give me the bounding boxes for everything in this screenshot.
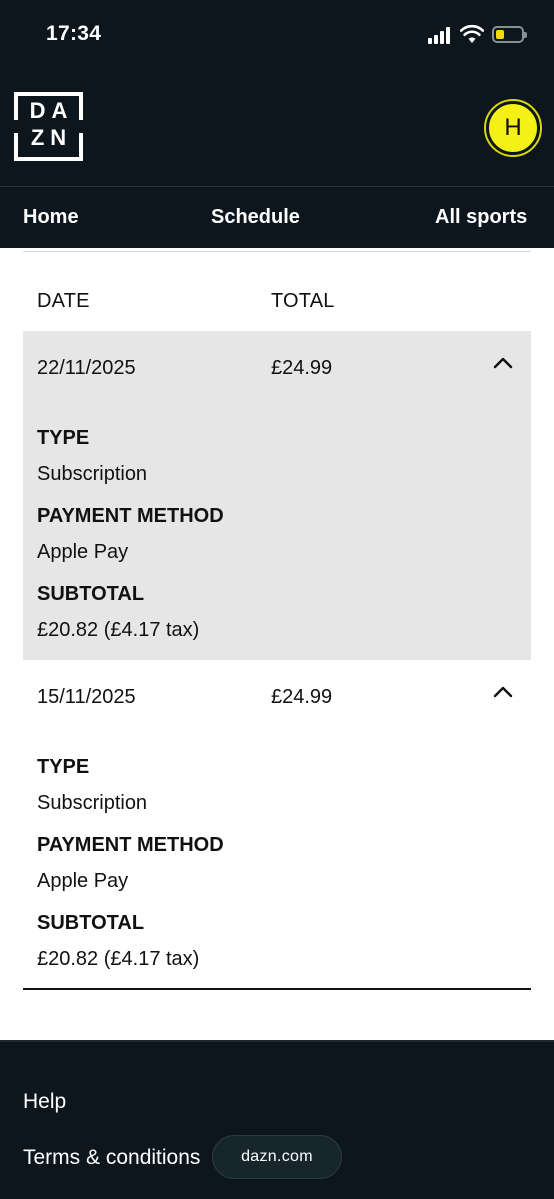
payment-method-value: Apple Pay: [37, 870, 129, 892]
payment-method-value: Apple Pay: [37, 541, 129, 563]
profile-avatar[interactable]: H: [484, 99, 542, 157]
footer: Help Terms & conditions dazn.com: [0, 1040, 554, 1199]
type-value: Subscription: [37, 792, 148, 814]
column-header-total: TOTAL: [271, 290, 335, 312]
chevron-up-icon[interactable]: [491, 351, 515, 375]
subtotal-value: £20.82 (£4.17 tax): [37, 619, 200, 641]
app-header: DA ZN: [0, 70, 554, 187]
table-top-divider: [23, 251, 531, 252]
column-header-date: DATE: [37, 290, 90, 312]
transaction-row[interactable]: 22/11/2025 £24.99 TYPE Subscription PAYM…: [23, 331, 531, 660]
payment-method-label: PAYMENT METHOD: [37, 505, 224, 527]
nav-all-sports[interactable]: All sports: [435, 206, 527, 229]
battery-icon: [492, 26, 527, 43]
table-bottom-divider: [23, 988, 531, 990]
type-value: Subscription: [37, 463, 148, 485]
type-label: TYPE: [37, 427, 90, 449]
type-label: TYPE: [37, 756, 90, 778]
transaction-row[interactable]: 15/11/2025 £24.99 TYPE Subscription PAYM…: [23, 660, 531, 988]
chevron-up-icon[interactable]: [491, 680, 515, 704]
subtotal-label: SUBTOTAL: [37, 912, 145, 934]
status-bar: 17:34: [0, 0, 554, 70]
transaction-date: 22/11/2025: [37, 357, 136, 379]
payment-method-label: PAYMENT METHOD: [37, 834, 224, 856]
subtotal-value: £20.82 (£4.17 tax): [37, 948, 200, 970]
transaction-total: £24.99: [271, 357, 333, 379]
logo-text-bottom: ZN: [30, 125, 73, 150]
subtotal-label: SUBTOTAL: [37, 583, 145, 605]
footer-terms-link[interactable]: Terms & conditions: [23, 1146, 200, 1170]
nav-schedule[interactable]: Schedule: [211, 206, 300, 229]
logo-text-top: DA: [29, 98, 74, 123]
transaction-total: £24.99: [271, 686, 333, 708]
dazn-site-button[interactable]: dazn.com: [212, 1135, 342, 1179]
cellular-signal-icon: [428, 26, 454, 44]
wifi-icon: [460, 24, 484, 43]
footer-help-link[interactable]: Help: [23, 1090, 66, 1114]
transaction-date: 15/11/2025: [37, 686, 136, 708]
main-nav: Home Schedule All sports: [0, 187, 554, 248]
nav-home[interactable]: Home: [23, 206, 79, 229]
dazn-logo[interactable]: DA ZN: [10, 92, 87, 161]
status-time: 17:34: [46, 22, 102, 45]
